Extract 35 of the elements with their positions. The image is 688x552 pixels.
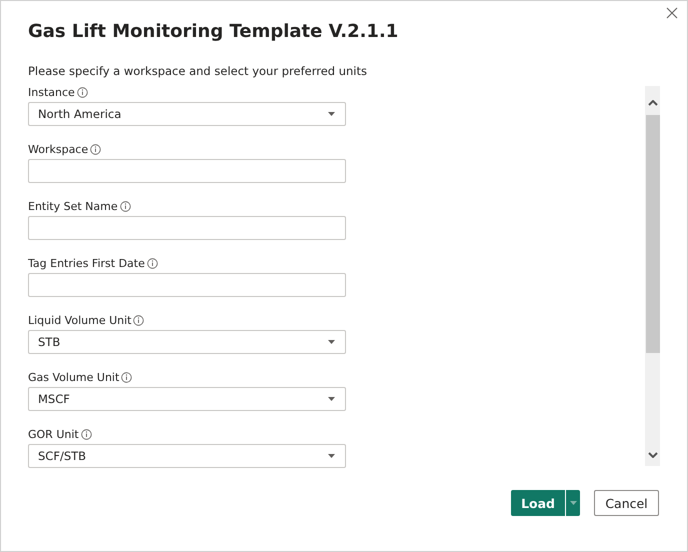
input-field[interactable] [28,159,346,183]
dropdown-field[interactable]: STB [28,330,346,354]
chevron-up-icon[interactable] [648,100,658,106]
info-icon[interactable] [121,372,132,383]
info-icon[interactable] [76,87,88,98]
load-button[interactable]: Load [511,490,580,516]
info-icon[interactable] [80,429,92,440]
input-field[interactable] [28,273,346,297]
field-label: Instance [28,86,75,99]
dropdown-field[interactable]: North America [28,102,346,126]
close-icon[interactable] [666,7,678,19]
dropdown-field[interactable]: SCF/STB [28,444,346,468]
dropdown-field[interactable]: MSCF [28,387,346,411]
field-label: GOR Unit [28,428,79,441]
scrollbar[interactable] [645,86,660,466]
caret-icon [328,454,335,458]
caret-icon [328,340,335,344]
info-icon[interactable] [120,201,131,212]
chevron-down-icon[interactable] [648,452,658,458]
field-label: Entity Set Name [28,200,118,213]
dialog-subtitle: Please specify a workspace and select your preferred units [28,64,367,78]
field-label: Workspace [28,143,88,156]
dialog-title: Gas Lift Monitoring Template V.2.1.1 [28,21,398,42]
caret-icon [328,397,335,401]
field-label: Liquid Volume Unit [28,314,132,327]
cancel-button[interactable]: Cancel [594,490,659,516]
field-label: Gas Volume Unit [28,371,120,384]
field-label: Tag Entries First Date [28,257,145,270]
scrollbar-thumb[interactable] [646,115,660,353]
info-icon[interactable] [146,258,158,269]
caret-icon [570,501,576,505]
info-icon[interactable] [90,144,102,155]
info-icon[interactable] [133,315,144,326]
input-field[interactable] [28,216,346,240]
caret-icon [328,112,335,116]
